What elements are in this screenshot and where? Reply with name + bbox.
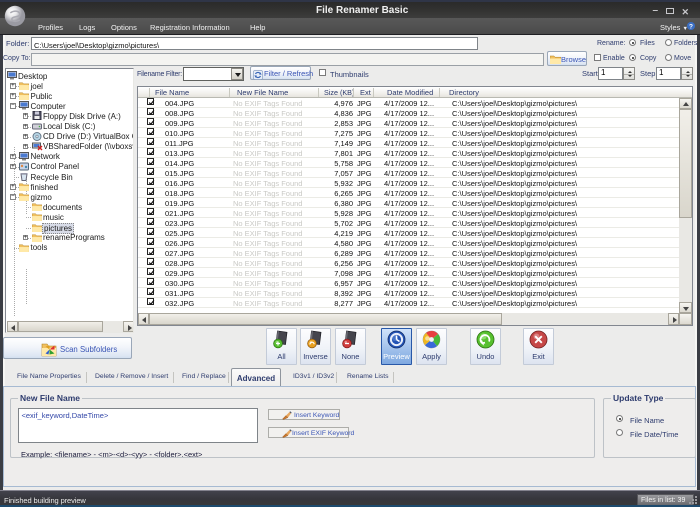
svg-text:?: ? <box>689 23 693 30</box>
